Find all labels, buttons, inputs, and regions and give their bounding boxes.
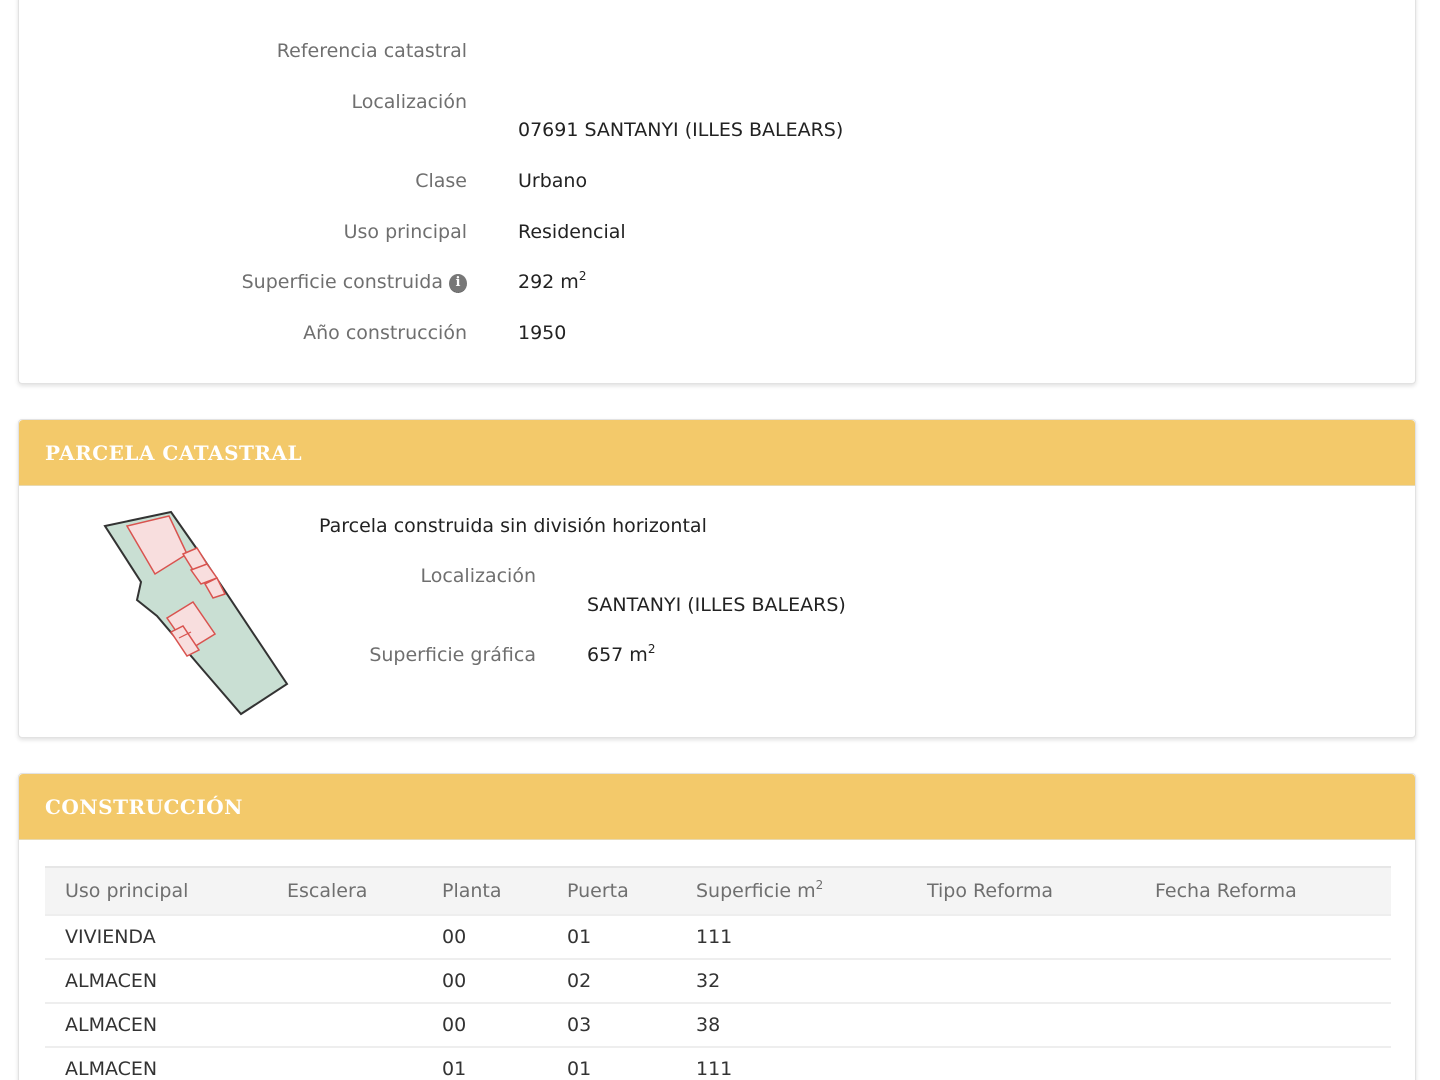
cell-fecha-reforma (1135, 914, 1391, 959)
cell-uso: ALMACEN (45, 1002, 267, 1047)
superficie-grafica-value: 657 m2 (587, 642, 656, 666)
uso-principal-value: Residencial (518, 221, 626, 243)
table-row: ALMACEN 00 03 38 (45, 1002, 1391, 1047)
superficie-construida-value: 292 m2 (518, 269, 587, 293)
col-tipo-reforma[interactable]: Tipo Reforma (907, 866, 1135, 915)
info-icon[interactable]: i (449, 274, 467, 293)
col-superficie[interactable]: Superficie m2 (676, 866, 907, 915)
parcel-map[interactable] (103, 508, 293, 718)
parcela-header: PARCELA CATASTRAL (19, 420, 1415, 486)
cell-puerta: 03 (547, 1002, 676, 1047)
cell-superficie: 111 (676, 914, 907, 959)
cell-escalera (267, 1046, 422, 1080)
cell-escalera (267, 1002, 422, 1047)
col-superficie-exponent: 2 (815, 878, 824, 892)
cell-puerta: 01 (547, 914, 676, 959)
uso-principal-label: Uso principal (343, 221, 467, 243)
localizacion-value: 07691 SANTANYI (ILLES BALEARS) (518, 119, 844, 141)
anio-construccion-label: Año construcción (303, 322, 467, 344)
cell-uso: ALMACEN (45, 958, 267, 1003)
parcela-panel: PARCELA CATASTRAL Parcela construida sin… (18, 419, 1416, 738)
cell-uso: VIVIENDA (45, 914, 267, 959)
cell-superficie: 38 (676, 1002, 907, 1047)
construccion-title: CONSTRUCCIÓN (45, 794, 243, 819)
cell-fecha-reforma (1135, 958, 1391, 1003)
inmueble-panel: Referencia catastral Localización 07691 … (18, 0, 1416, 384)
parcela-localizacion-label: Localización (420, 565, 536, 587)
col-superficie-text: Superficie m (696, 880, 816, 902)
col-planta[interactable]: Planta (422, 866, 547, 915)
localizacion-label: Localización (351, 91, 467, 113)
table-row: ALMACEN 00 02 32 (45, 958, 1391, 1003)
cell-superficie: 111 (676, 1046, 907, 1080)
table-row: ALMACEN 01 01 111 (45, 1046, 1391, 1080)
superficie-grafica-exponent: 2 (647, 642, 656, 656)
col-fecha-reforma[interactable]: Fecha Reforma (1135, 866, 1391, 915)
col-puerta[interactable]: Puerta (547, 866, 676, 915)
cell-escalera (267, 914, 422, 959)
table-row: VIVIENDA 00 01 111 (45, 914, 1391, 959)
clase-value: Urbano (518, 170, 588, 192)
cell-fecha-reforma (1135, 1046, 1391, 1080)
clase-label: Clase (415, 170, 467, 192)
cell-tipo-reforma (907, 1046, 1135, 1080)
col-escalera[interactable]: Escalera (267, 866, 422, 915)
col-uso-principal[interactable]: Uso principal (45, 866, 267, 915)
cell-tipo-reforma (907, 1002, 1135, 1047)
anio-construccion-value: 1950 (518, 322, 567, 344)
referencia-label: Referencia catastral (276, 40, 467, 62)
cell-escalera (267, 958, 422, 1003)
superficie-construida-number: 292 m (518, 271, 579, 293)
catastro-page: Referencia catastral Localización 07691 … (0, 0, 1440, 1080)
cell-superficie: 32 (676, 958, 907, 1003)
construccion-header: CONSTRUCCIÓN (19, 774, 1415, 840)
construccion-panel: CONSTRUCCIÓN Uso principal Escalera Plan… (18, 773, 1416, 1080)
cell-tipo-reforma (907, 958, 1135, 1003)
cell-planta: 01 (422, 1046, 547, 1080)
superficie-grafica-label: Superficie gráfica (369, 644, 536, 666)
superficie-construida-label: Superficie construida i (242, 271, 467, 293)
parcela-tipo: Parcela construida sin división horizont… (319, 515, 707, 537)
cell-planta: 00 (422, 958, 547, 1003)
superficie-grafica-number: 657 m (587, 644, 648, 666)
parcela-localizacion-value: SANTANYI (ILLES BALEARS) (587, 594, 846, 616)
cell-uso: ALMACEN (45, 1046, 267, 1080)
cell-planta: 00 (422, 1002, 547, 1047)
cell-planta: 00 (422, 914, 547, 959)
cell-puerta: 02 (547, 958, 676, 1003)
superficie-exponent: 2 (578, 269, 587, 283)
cell-tipo-reforma (907, 914, 1135, 959)
cell-puerta: 01 (547, 1046, 676, 1080)
table-header-row: Uso principal Escalera Planta Puerta Sup… (45, 866, 1391, 915)
superficie-construida-label-text: Superficie construida (241, 271, 443, 293)
cell-fecha-reforma (1135, 1002, 1391, 1047)
parcela-title: PARCELA CATASTRAL (45, 440, 303, 465)
construccion-table: Uso principal Escalera Planta Puerta Sup… (45, 866, 1391, 1080)
